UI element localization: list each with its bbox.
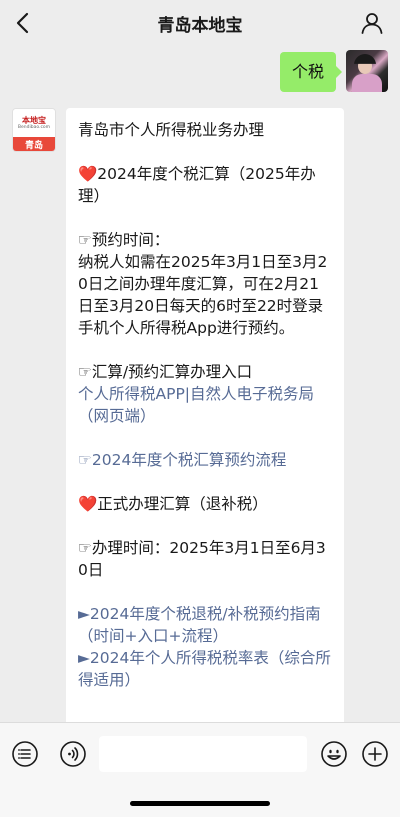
emoji-icon[interactable]	[320, 740, 348, 768]
outgoing-text: 个税	[291, 62, 324, 81]
avatar-brand: 本地宝	[22, 115, 46, 125]
my-avatar[interactable]	[346, 50, 388, 92]
avatar-logo: 本地宝 Bendibao.com	[13, 109, 55, 137]
avatar-city: 青岛	[13, 137, 55, 151]
avatar-body-shape	[352, 74, 382, 92]
incoming-bubble[interactable]: 青岛市个人所得税业务办理 ❤️2024年度个税汇算（2025年办理） ☞预约时间： 纳…	[66, 108, 344, 748]
chat-title: 青岛本地宝	[157, 15, 243, 36]
message-text-line: ❤️2024年度个税汇算（2025年办理）	[78, 165, 316, 205]
outgoing-bubble[interactable]: 个税	[279, 52, 343, 92]
voice-icon[interactable]	[59, 740, 87, 768]
message-input[interactable]	[99, 736, 307, 772]
message-text-line: ☞办理时间：2025年3月1日至6月30日	[78, 539, 326, 579]
message-text-line: 青岛市个人所得税业务办理	[78, 121, 265, 139]
avatar-url: Bendibao.com	[17, 125, 51, 130]
chat-header: 青岛本地宝	[0, 0, 400, 46]
official-account-avatar[interactable]: 本地宝 Bendibao.com 青岛	[12, 108, 56, 152]
message-text-line: 纳税人如需在2025年3月1日至3月20日之间办理年度汇算，可在2月21日至3月…	[78, 253, 328, 337]
message-text-line: ☞汇算/预约汇算办理入口	[78, 363, 253, 381]
chevron-left-icon[interactable]	[12, 11, 36, 35]
plus-icon[interactable]	[361, 740, 389, 768]
outgoing-message: 个税	[279, 50, 388, 92]
person-icon[interactable]	[360, 11, 384, 35]
incoming-message: 本地宝 Bendibao.com 青岛 青岛市个人所得税业务办理 ❤️2024年度…	[12, 108, 344, 748]
message-text-line: ☞预约时间：	[78, 231, 170, 249]
message-link[interactable]: ►2024年个人所得税税率表（综合所得适用）	[78, 647, 332, 691]
message-link[interactable]: ☞2024年度个税汇算预约流程	[78, 449, 332, 471]
message-link[interactable]: 个人所得税APP|自然人电子税务局（网页端）	[78, 383, 332, 427]
message-text-line: ❤️正式办理汇算（退补税）	[78, 495, 268, 513]
message-link[interactable]: ►2024年度个税退税/补税预约指南（时间+入口+流程）	[78, 603, 332, 647]
menu-list-icon[interactable]	[11, 740, 39, 768]
home-indicator[interactable]	[130, 801, 270, 806]
